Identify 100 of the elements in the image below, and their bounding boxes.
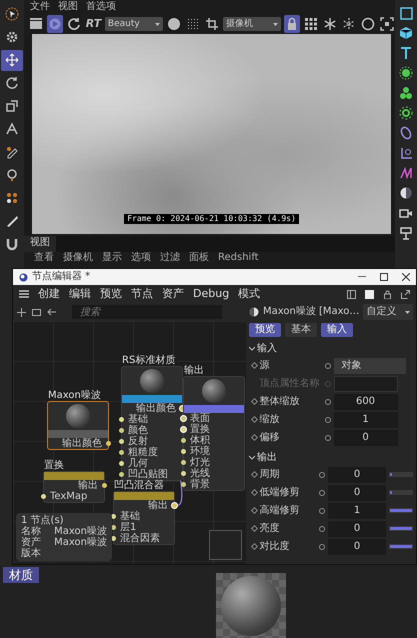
back-arrow-icon[interactable] [47, 308, 56, 316]
keyframe-icon[interactable] [250, 470, 258, 478]
menu-item[interactable]: 预览 [100, 287, 122, 301]
snowflake-icon[interactable] [322, 17, 337, 31]
cluster-icon[interactable] [399, 86, 413, 100]
preset-dropdown[interactable]: 自定义 [363, 304, 413, 320]
port-dot[interactable] [41, 494, 46, 499]
keyframe-icon[interactable] [250, 506, 258, 514]
maximize-icon[interactable] [380, 273, 388, 281]
menu-item[interactable]: 首选项 [86, 1, 116, 13]
view-tab[interactable]: 视图 [24, 236, 56, 252]
port-toggle-icon[interactable] [318, 472, 325, 478]
gear-icon[interactable] [399, 66, 413, 80]
keyframe-icon[interactable] [250, 524, 258, 532]
crop-icon[interactable] [204, 17, 219, 31]
number-field[interactable]: 1 [328, 502, 386, 518]
search-field[interactable]: 搜索 [72, 305, 222, 319]
keyframe-icon[interactable] [250, 488, 258, 496]
port-dot[interactable] [181, 482, 186, 487]
menu-item[interactable]: 显示 [102, 252, 122, 264]
menu-item[interactable]: 过滤 [160, 252, 180, 264]
keyframe-icon[interactable] [250, 362, 258, 370]
port-dot[interactable] [181, 416, 186, 421]
keyframe-icon[interactable] [250, 416, 258, 424]
port-dot[interactable] [172, 503, 177, 508]
keyframe-icon[interactable] [250, 398, 258, 406]
number-field[interactable]: 0 [328, 484, 386, 500]
menu-item[interactable]: Redshift [218, 252, 259, 264]
dropdown[interactable]: 摄像机 [222, 17, 281, 31]
port-dot[interactable] [181, 460, 186, 465]
dot-grid-icon[interactable] [186, 17, 200, 31]
menu-item[interactable]: 摄像机 [63, 252, 93, 264]
menu-item[interactable]: 面板 [189, 252, 209, 264]
port-dot[interactable] [106, 441, 111, 446]
grid-icon[interactable] [304, 17, 318, 31]
port-toggle-icon[interactable] [324, 362, 330, 368]
deformer-icon[interactable] [399, 166, 413, 180]
refresh-icon[interactable] [67, 17, 81, 31]
frame-icon[interactable] [32, 308, 41, 316]
tab[interactable]: 输入 [321, 323, 353, 337]
number-field[interactable]: 600 [334, 394, 398, 410]
port-toggle-icon[interactable] [324, 416, 330, 422]
port-dot[interactable] [181, 471, 186, 476]
port-dot[interactable] [102, 483, 107, 488]
port-dot[interactable] [119, 417, 124, 422]
menu-item[interactable]: 选项 [131, 252, 151, 264]
port-dot[interactable] [119, 439, 124, 444]
port-dot[interactable] [119, 428, 124, 433]
value-dropdown[interactable]: 对象 [334, 358, 406, 374]
render-toggle[interactable]: RT [85, 15, 102, 33]
port-toggle-icon[interactable] [318, 526, 325, 532]
split-panel-icon[interactable] [347, 290, 356, 298]
number-field[interactable]: 0 [334, 430, 398, 446]
material-tab[interactable]: 材质 [3, 567, 39, 583]
dropdown[interactable]: Beauty [104, 17, 163, 31]
keyframe-icon[interactable] [250, 434, 258, 442]
port-dot[interactable] [119, 472, 124, 477]
chevron-down-icon[interactable] [249, 455, 255, 461]
minimize-icon[interactable] [358, 276, 366, 278]
move-icon[interactable] [1, 50, 23, 70]
keyframe-icon[interactable] [250, 542, 258, 550]
menu-item[interactable]: 创建 [38, 287, 60, 301]
cog-icon[interactable] [399, 106, 413, 120]
port-toggle-icon[interactable] [318, 544, 325, 550]
number-field[interactable]: 0 [328, 466, 386, 482]
menu-item[interactable]: 视图 [58, 1, 78, 13]
dotted-snowflake-icon[interactable] [342, 17, 356, 31]
capsule-icon[interactable] [399, 126, 413, 140]
port-toggle-icon[interactable] [324, 398, 330, 404]
menu-item[interactable]: 文件 [30, 1, 50, 13]
close-icon[interactable] [402, 273, 410, 281]
axis-icon[interactable] [399, 146, 413, 160]
cube-icon[interactable] [399, 26, 413, 40]
port-toggle-icon[interactable] [318, 490, 325, 496]
menu-item[interactable]: 节点 [131, 287, 153, 301]
port-toggle-icon[interactable] [324, 434, 330, 440]
tab[interactable]: 基本 [285, 323, 317, 337]
menu-item[interactable]: 编辑 [69, 287, 91, 301]
menu-item[interactable]: 模式 [238, 287, 260, 301]
menu-icon[interactable] [19, 290, 29, 298]
port-dot[interactable] [119, 461, 124, 466]
popout-icon[interactable] [401, 290, 410, 298]
tab[interactable]: 预览 [249, 323, 281, 337]
text-icon[interactable] [399, 46, 413, 60]
add-icon[interactable] [17, 308, 26, 316]
port-toggle-icon[interactable] [318, 508, 325, 514]
lock-icon[interactable] [383, 290, 392, 298]
port-toggle-icon[interactable] [324, 380, 330, 386]
panel-icon[interactable] [365, 290, 374, 298]
color-circle-icon[interactable] [166, 17, 181, 31]
square-icon[interactable] [399, 6, 413, 20]
port-dot[interactable] [119, 450, 124, 455]
fullscreen-icon[interactable] [380, 17, 394, 31]
menu-item[interactable]: 资产 [162, 287, 184, 301]
half-circle-icon[interactable] [399, 186, 413, 200]
number-field[interactable]: 0 [328, 520, 386, 536]
port-dot[interactable] [181, 449, 186, 454]
chevron-down-icon[interactable] [249, 346, 255, 352]
number-field[interactable]: 0 [328, 538, 386, 554]
menu-item[interactable]: 查看 [34, 252, 54, 264]
